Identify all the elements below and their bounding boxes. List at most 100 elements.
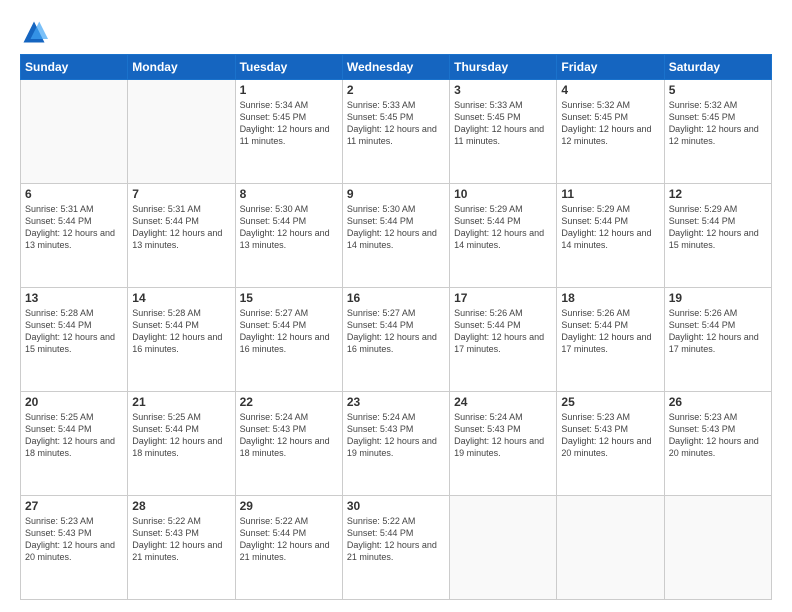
day-number: 27 <box>25 499 123 513</box>
day-info: Sunrise: 5:22 AM Sunset: 5:44 PM Dayligh… <box>240 515 338 564</box>
day-info: Sunrise: 5:34 AM Sunset: 5:45 PM Dayligh… <box>240 99 338 148</box>
page: SundayMondayTuesdayWednesdayThursdayFrid… <box>0 0 792 612</box>
calendar-cell: 15 Sunrise: 5:27 AM Sunset: 5:44 PM Dayli… <box>235 288 342 392</box>
day-number: 9 <box>347 187 445 201</box>
day-number: 2 <box>347 83 445 97</box>
calendar-cell: 28 Sunrise: 5:22 AM Sunset: 5:43 PM Dayli… <box>128 496 235 600</box>
calendar-cell: 2 Sunrise: 5:33 AM Sunset: 5:45 PM Daylig… <box>342 80 449 184</box>
weekday-header-wednesday: Wednesday <box>342 55 449 80</box>
day-number: 11 <box>561 187 659 201</box>
day-info: Sunrise: 5:24 AM Sunset: 5:43 PM Dayligh… <box>454 411 552 460</box>
day-number: 23 <box>347 395 445 409</box>
calendar-cell: 23 Sunrise: 5:24 AM Sunset: 5:43 PM Dayli… <box>342 392 449 496</box>
day-number: 24 <box>454 395 552 409</box>
day-info: Sunrise: 5:29 AM Sunset: 5:44 PM Dayligh… <box>454 203 552 252</box>
day-number: 13 <box>25 291 123 305</box>
day-number: 6 <box>25 187 123 201</box>
calendar-cell: 7Sunrise: 5:31 AM Sunset: 5:44 PM Daylig… <box>128 184 235 288</box>
day-info: Sunrise: 5:28 AM Sunset: 5:44 PM Dayligh… <box>132 307 230 356</box>
calendar-cell: 4 Sunrise: 5:32 AM Sunset: 5:45 PM Daylig… <box>557 80 664 184</box>
calendar-week-2: 6 Sunrise: 5:31 AM Sunset: 5:44 PM Daylig… <box>21 184 772 288</box>
day-info: Sunrise: 5:25 AM Sunset: 5:44 PM Dayligh… <box>132 411 230 460</box>
calendar-cell: 3 Sunrise: 5:33 AM Sunset: 5:45 PM Daylig… <box>450 80 557 184</box>
day-info: Sunrise: 5:27 AM Sunset: 5:44 PM Dayligh… <box>240 307 338 356</box>
calendar-cell: 14Sunrise: 5:28 AM Sunset: 5:44 PM Dayli… <box>128 288 235 392</box>
day-info: Sunrise: 5:31 AM Sunset: 5:44 PM Dayligh… <box>25 203 123 252</box>
day-info: Sunrise: 5:24 AM Sunset: 5:43 PM Dayligh… <box>347 411 445 460</box>
weekday-header-saturday: Saturday <box>664 55 771 80</box>
calendar-cell <box>557 496 664 600</box>
day-info: Sunrise: 5:23 AM Sunset: 5:43 PM Dayligh… <box>669 411 767 460</box>
calendar-week-4: 20 Sunrise: 5:25 AM Sunset: 5:44 PM Dayli… <box>21 392 772 496</box>
day-info: Sunrise: 5:24 AM Sunset: 5:43 PM Dayligh… <box>240 411 338 460</box>
day-number: 20 <box>25 395 123 409</box>
day-number: 26 <box>669 395 767 409</box>
calendar-header: SundayMondayTuesdayWednesdayThursdayFrid… <box>21 55 772 80</box>
logo-icon <box>20 18 48 46</box>
day-number: 22 <box>240 395 338 409</box>
calendar-cell: 5 Sunrise: 5:32 AM Sunset: 5:45 PM Daylig… <box>664 80 771 184</box>
day-info: Sunrise: 5:32 AM Sunset: 5:45 PM Dayligh… <box>561 99 659 148</box>
day-number: 4 <box>561 83 659 97</box>
day-info: Sunrise: 5:30 AM Sunset: 5:44 PM Dayligh… <box>347 203 445 252</box>
day-info: Sunrise: 5:32 AM Sunset: 5:45 PM Dayligh… <box>669 99 767 148</box>
calendar-cell: 1 Sunrise: 5:34 AM Sunset: 5:45 PM Daylig… <box>235 80 342 184</box>
day-info: Sunrise: 5:28 AM Sunset: 5:44 PM Dayligh… <box>25 307 123 356</box>
calendar-cell <box>128 80 235 184</box>
day-number: 29 <box>240 499 338 513</box>
calendar-cell: 9 Sunrise: 5:30 AM Sunset: 5:44 PM Daylig… <box>342 184 449 288</box>
calendar-cell: 17Sunrise: 5:26 AM Sunset: 5:44 PM Dayli… <box>450 288 557 392</box>
day-info: Sunrise: 5:23 AM Sunset: 5:43 PM Dayligh… <box>561 411 659 460</box>
calendar-cell: 12 Sunrise: 5:29 AM Sunset: 5:44 PM Dayli… <box>664 184 771 288</box>
weekday-header-tuesday: Tuesday <box>235 55 342 80</box>
calendar-cell: 13 Sunrise: 5:28 AM Sunset: 5:44 PM Dayli… <box>21 288 128 392</box>
day-number: 28 <box>132 499 230 513</box>
day-number: 30 <box>347 499 445 513</box>
day-info: Sunrise: 5:33 AM Sunset: 5:45 PM Dayligh… <box>347 99 445 148</box>
day-number: 1 <box>240 83 338 97</box>
day-info: Sunrise: 5:26 AM Sunset: 5:44 PM Dayligh… <box>561 307 659 356</box>
day-info: Sunrise: 5:29 AM Sunset: 5:44 PM Dayligh… <box>561 203 659 252</box>
weekday-header-friday: Friday <box>557 55 664 80</box>
calendar-cell: 29 Sunrise: 5:22 AM Sunset: 5:44 PM Dayli… <box>235 496 342 600</box>
weekday-header-sunday: Sunday <box>21 55 128 80</box>
calendar-cell: 16Sunrise: 5:27 AM Sunset: 5:44 PM Dayli… <box>342 288 449 392</box>
calendar-cell <box>664 496 771 600</box>
calendar-cell: 10Sunrise: 5:29 AM Sunset: 5:44 PM Dayli… <box>450 184 557 288</box>
day-number: 15 <box>240 291 338 305</box>
day-number: 18 <box>561 291 659 305</box>
calendar-cell: 20 Sunrise: 5:25 AM Sunset: 5:44 PM Dayli… <box>21 392 128 496</box>
day-info: Sunrise: 5:29 AM Sunset: 5:44 PM Dayligh… <box>669 203 767 252</box>
calendar-cell: 30Sunrise: 5:22 AM Sunset: 5:44 PM Dayli… <box>342 496 449 600</box>
calendar-cell: 6 Sunrise: 5:31 AM Sunset: 5:44 PM Daylig… <box>21 184 128 288</box>
calendar-body: 1 Sunrise: 5:34 AM Sunset: 5:45 PM Daylig… <box>21 80 772 600</box>
calendar-cell: 18 Sunrise: 5:26 AM Sunset: 5:44 PM Dayli… <box>557 288 664 392</box>
calendar-cell: 26 Sunrise: 5:23 AM Sunset: 5:43 PM Dayli… <box>664 392 771 496</box>
day-number: 8 <box>240 187 338 201</box>
calendar-week-1: 1 Sunrise: 5:34 AM Sunset: 5:45 PM Daylig… <box>21 80 772 184</box>
day-info: Sunrise: 5:26 AM Sunset: 5:44 PM Dayligh… <box>454 307 552 356</box>
day-number: 25 <box>561 395 659 409</box>
weekday-header-monday: Monday <box>128 55 235 80</box>
day-info: Sunrise: 5:25 AM Sunset: 5:44 PM Dayligh… <box>25 411 123 460</box>
day-info: Sunrise: 5:23 AM Sunset: 5:43 PM Dayligh… <box>25 515 123 564</box>
calendar-cell: 19 Sunrise: 5:26 AM Sunset: 5:44 PM Dayli… <box>664 288 771 392</box>
day-number: 5 <box>669 83 767 97</box>
calendar-cell: 11 Sunrise: 5:29 AM Sunset: 5:44 PM Dayli… <box>557 184 664 288</box>
day-info: Sunrise: 5:26 AM Sunset: 5:44 PM Dayligh… <box>669 307 767 356</box>
day-info: Sunrise: 5:22 AM Sunset: 5:43 PM Dayligh… <box>132 515 230 564</box>
day-number: 12 <box>669 187 767 201</box>
header <box>20 18 772 46</box>
calendar-cell <box>21 80 128 184</box>
calendar-week-5: 27 Sunrise: 5:23 AM Sunset: 5:43 PM Dayli… <box>21 496 772 600</box>
day-number: 19 <box>669 291 767 305</box>
weekday-header-row: SundayMondayTuesdayWednesdayThursdayFrid… <box>21 55 772 80</box>
logo <box>20 18 52 46</box>
calendar-cell: 24 Sunrise: 5:24 AM Sunset: 5:43 PM Dayli… <box>450 392 557 496</box>
day-number: 21 <box>132 395 230 409</box>
day-info: Sunrise: 5:33 AM Sunset: 5:45 PM Dayligh… <box>454 99 552 148</box>
calendar-table: SundayMondayTuesdayWednesdayThursdayFrid… <box>20 54 772 600</box>
calendar-cell: 27 Sunrise: 5:23 AM Sunset: 5:43 PM Dayli… <box>21 496 128 600</box>
day-number: 3 <box>454 83 552 97</box>
calendar-week-3: 13 Sunrise: 5:28 AM Sunset: 5:44 PM Dayli… <box>21 288 772 392</box>
